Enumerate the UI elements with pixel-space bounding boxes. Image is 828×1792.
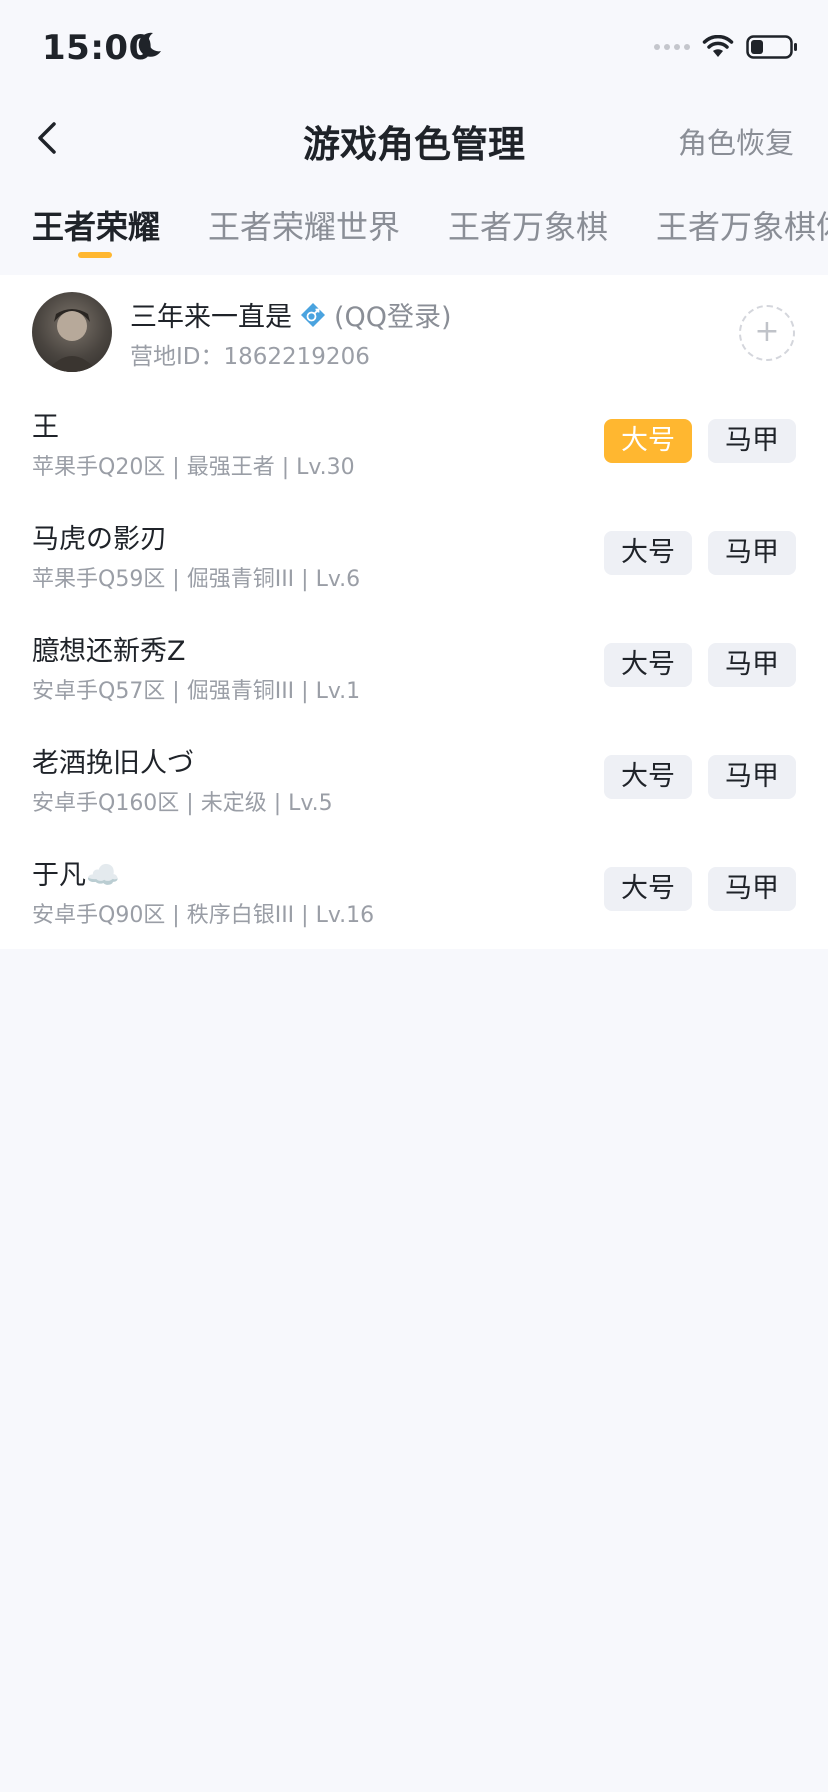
role-info: 苹果手Q20区 | 最强王者 | Lv.30 (32, 455, 355, 480)
role-item: 臆想还新秀Z 安卓手Q57区 | 倔强青铜III | Lv.1 大号 马甲 (0, 611, 828, 723)
role-name: 于凡☁️ (32, 860, 120, 891)
profile-name: 三年来一直是 (130, 302, 292, 333)
alt-account-tag[interactable]: 马甲 (708, 531, 796, 575)
profile-name-row: 三年来一直是 (QQ登录) (130, 295, 452, 334)
camp-id-value: 1862219206 (223, 344, 370, 370)
main-account-tag[interactable]: 大号 (604, 643, 692, 687)
role-info: 安卓手Q90区 | 秩序白银III | Lv.16 (32, 903, 375, 928)
moon-icon (138, 32, 161, 57)
avatar (32, 292, 112, 372)
nav-bar: 游戏角色管理 角色恢复 (0, 100, 828, 180)
main-account-tag[interactable]: 大号 (604, 755, 692, 799)
role-restore-link[interactable]: 角色恢复 (678, 120, 794, 162)
main-account-tag[interactable]: 大号 (604, 419, 692, 463)
role-name: 马虎の影刃 (32, 524, 167, 555)
account-profile: 三年来一直是 (QQ登录) 营地ID：1862219206 + (0, 275, 828, 385)
role-info: 安卓手Q160区 | 未定级 | Lv.5 (32, 791, 333, 816)
role-name: 臆想还新秀Z (32, 636, 186, 667)
main-account-tag[interactable]: 大号 (604, 867, 692, 911)
tab-honor-of-kings[interactable]: 王者荣耀 (32, 202, 160, 248)
role-item: 于凡☁️ 安卓手Q90区 | 秩序白银III | Lv.16 大号 马甲 (0, 835, 828, 947)
camp-id-label: 营地ID： (130, 344, 224, 370)
role-item: 马虎の影刃 苹果手Q59区 | 倔强青铜III | Lv.6 大号 马甲 (0, 499, 828, 611)
signal-icon (654, 44, 690, 50)
role-name: 王 (32, 412, 59, 443)
login-type: (QQ登录) (334, 302, 452, 333)
role-info: 苹果手Q59区 | 倔强青铜III | Lv.6 (32, 567, 361, 592)
role-item: 王 苹果手Q20区 | 最强王者 | Lv.30 大号 马甲 (0, 387, 828, 499)
alt-account-tag[interactable]: 马甲 (708, 419, 796, 463)
tab-wanxiang-chess[interactable]: 王者万象棋 (448, 202, 608, 248)
role-list-card: 三年来一直是 (QQ登录) 营地ID：1862219206 + 王 苹果手Q20… (0, 275, 828, 949)
camp-id-row: 营地ID：1862219206 (130, 337, 370, 371)
alt-account-tag[interactable]: 马甲 (708, 867, 796, 911)
alt-account-tag[interactable]: 马甲 (708, 755, 796, 799)
add-role-button[interactable]: + (739, 305, 795, 361)
battery-icon (746, 35, 797, 59)
role-item: 老酒挽旧人づ 安卓手Q160区 | 未定级 | Lv.5 大号 马甲 (0, 723, 828, 835)
game-tabs: 王者荣耀 王者荣耀世界 王者万象棋 王者万象棋体 (0, 180, 828, 276)
alt-account-tag[interactable]: 马甲 (708, 643, 796, 687)
status-bar: 15:00 (0, 0, 828, 100)
male-gender-icon (301, 302, 325, 327)
role-info: 安卓手Q57区 | 倔强青铜III | Lv.1 (32, 679, 361, 704)
active-tab-indicator (78, 252, 112, 258)
tab-honor-of-kings-world[interactable]: 王者荣耀世界 (208, 202, 400, 248)
main-account-tag[interactable]: 大号 (604, 531, 692, 575)
wifi-icon (702, 35, 734, 57)
tab-wanxiang-chess-2[interactable]: 王者万象棋体 (656, 202, 828, 248)
status-icons (654, 34, 798, 60)
role-name: 老酒挽旧人づ (32, 748, 194, 779)
